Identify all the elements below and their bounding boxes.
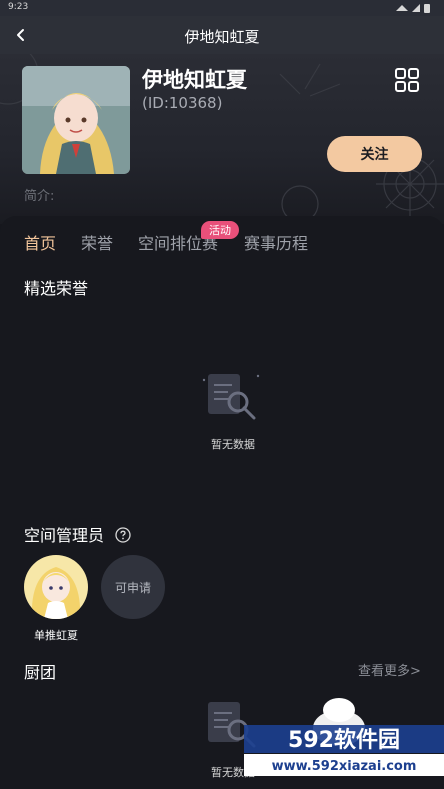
signal-battery-icon [396,4,430,13]
honors-empty-state: 暂无数据 [193,366,273,452]
honors-title: 精选荣誉 [24,279,89,298]
page-title: 伊地知虹夏 [184,28,260,46]
admins-title-text: 空间管理员 [24,526,105,545]
help-icon[interactable] [115,527,131,543]
admin-name: 单推虹夏 [34,629,78,642]
watermark-brand: 592软件园 [288,727,400,753]
profile-avatar[interactable] [22,66,130,174]
admin-item[interactable]: 单推虹夏 [24,555,88,643]
grid-icon[interactable] [393,66,421,94]
tab-match-history[interactable]: 赛事历程 [244,230,308,254]
no-data-icon [202,374,260,420]
status-bar: 9:23 [0,0,444,16]
tab-honors[interactable]: 荣誉 [81,230,113,254]
kitchen-title: 厨团 [24,663,57,682]
nav-bar: 伊地知虹夏 [0,16,444,54]
honors-empty-text: 暂无数据 [211,438,255,451]
profile-id: (ID:10368) [142,94,223,112]
profile-header: 伊地知虹夏 (ID:10368) 关注 简介: [0,54,444,224]
tab-home[interactable]: 首页 [24,230,56,254]
apply-admin-button[interactable]: 可申请 [101,555,165,619]
intro-label: 简介: [24,189,55,204]
admins-title: 空间管理员 [24,522,131,546]
event-badge: 活动 [201,221,239,239]
follow-button[interactable]: 关注 [327,136,422,172]
site-watermark: 592软件园 www.592xiazai.com [244,698,444,776]
profile-name: 伊地知虹夏 [142,68,247,92]
anime-girl-avatar-image [22,66,130,174]
see-more-link[interactable]: 查看更多> [358,660,421,679]
status-time: 9:23 [8,2,29,12]
watermark-url: www.592xiazai.com [272,759,417,774]
anime-girl-avatar-image [24,555,88,619]
admin-avatar [24,555,88,619]
